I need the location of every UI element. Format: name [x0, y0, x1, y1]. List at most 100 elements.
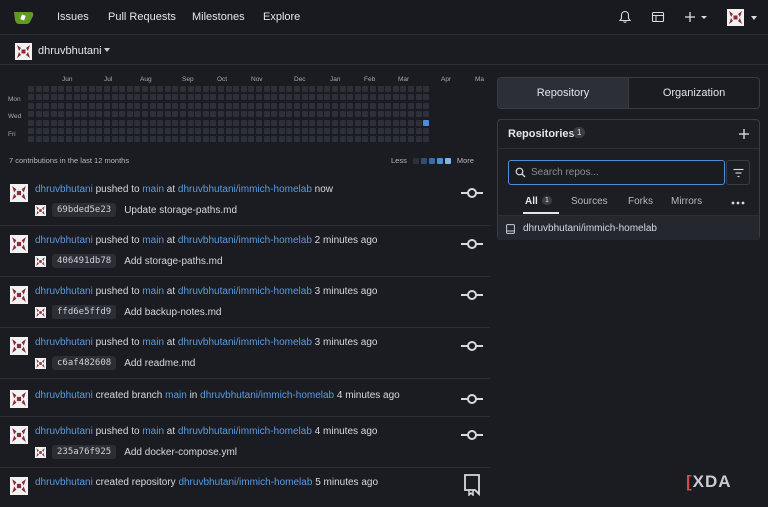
- commit-sha[interactable]: 69bded5e23: [52, 203, 117, 217]
- heatmap-legend: Less More: [391, 156, 474, 165]
- feed-time: 4 minutes ago: [336, 390, 400, 401]
- feed-action: pushed to: [95, 426, 140, 437]
- commit-sha[interactable]: 406491db78: [52, 254, 117, 268]
- feed-branch-link[interactable]: main: [142, 235, 164, 246]
- heatmap-cell: [400, 86, 407, 92]
- nav-explore[interactable]: Explore: [263, 11, 300, 23]
- heatmap-cell: [28, 102, 34, 109]
- nav-pull-requests[interactable]: Pull Requests: [108, 11, 176, 23]
- feed-repo-link[interactable]: dhruvbhutani/immich-homelab: [178, 235, 312, 246]
- commit-sha[interactable]: ffd6e5ffd9: [52, 305, 117, 319]
- heatmap-cell: [180, 86, 186, 92]
- heatmap-cell: [28, 86, 34, 92]
- subtab-all[interactable]: All: [525, 196, 538, 207]
- heatmap-cell: [408, 136, 414, 143]
- feed-action: pushed to: [95, 286, 140, 297]
- bell-icon[interactable]: [618, 10, 632, 24]
- nav-issues[interactable]: Issues: [57, 11, 89, 23]
- avatar[interactable]: [10, 184, 28, 202]
- heatmap-cell: [256, 136, 262, 143]
- commit-sha[interactable]: c6af482608: [52, 356, 117, 370]
- tab-repository[interactable]: Repository: [498, 78, 629, 108]
- feed-action: pushed to: [95, 184, 140, 195]
- nav-milestones[interactable]: Milestones: [192, 11, 245, 23]
- feed-repo-link[interactable]: dhruvbhutani/immich-homelab: [200, 390, 334, 401]
- caret-down-icon[interactable]: [104, 48, 110, 52]
- heatmap-cell: [309, 136, 316, 143]
- repo-search-input[interactable]: [531, 161, 721, 184]
- heatmap-cell: [370, 111, 376, 118]
- feed-user-link[interactable]: dhruvbhutani: [35, 390, 93, 401]
- heatmap-cell: [81, 102, 88, 109]
- avatar[interactable]: [10, 390, 28, 408]
- context-username[interactable]: dhruvbhutani: [38, 45, 102, 57]
- feed-user-link[interactable]: dhruvbhutani: [35, 235, 93, 246]
- user-avatar[interactable]: [727, 9, 744, 26]
- add-repo-icon[interactable]: [738, 128, 750, 140]
- subtab-forks[interactable]: Forks: [628, 196, 653, 207]
- heatmap-cell: [157, 119, 164, 126]
- feed-repo-link[interactable]: dhruvbhutani/immich-homelab: [178, 337, 312, 348]
- commit-row: 69bded5e23 Update storage-paths.md: [35, 203, 237, 217]
- heatmap-month: Apr: [441, 76, 452, 83]
- heatmap-cell: [354, 136, 361, 143]
- commit-sha[interactable]: 235a76f925: [52, 445, 117, 459]
- heatmap-cell: [187, 86, 194, 92]
- feed-user-link[interactable]: dhruvbhutani: [35, 286, 93, 297]
- feed-item: dhruvbhutani pushed to main at dhruvbhut…: [0, 226, 490, 277]
- feed-branch-link[interactable]: main: [142, 337, 164, 348]
- project-board-icon[interactable]: [651, 10, 665, 24]
- feed-branch-link[interactable]: main: [165, 390, 187, 401]
- feed-user-link[interactable]: dhruvbhutani: [35, 337, 93, 348]
- repo-list-item[interactable]: dhruvbhutani/immich-homelab: [498, 215, 759, 240]
- heatmap-cell: [408, 102, 414, 109]
- feed-repo-link[interactable]: dhruvbhutani/immich-homelab: [178, 426, 312, 437]
- feed-user-link[interactable]: dhruvbhutani: [35, 184, 93, 195]
- heatmap-cell: [347, 136, 354, 143]
- contribution-summary: 7 contributions in the last 12 months: [9, 156, 130, 165]
- heatmap-cell: [370, 94, 376, 101]
- chevron-down-icon[interactable]: [750, 15, 758, 21]
- feed-repo-link[interactable]: dhruvbhutani/immich-homelab: [178, 286, 312, 297]
- feed-branch-link[interactable]: main: [142, 426, 164, 437]
- avatar[interactable]: [10, 426, 28, 444]
- avatar[interactable]: [10, 235, 28, 253]
- avatar[interactable]: [10, 477, 28, 495]
- heatmap-cell: [43, 119, 50, 126]
- heatmap-cell: [294, 102, 300, 109]
- heatmap-day: Fri: [8, 131, 16, 138]
- feed-repo-link[interactable]: dhruvbhutani/immich-homelab: [178, 184, 312, 195]
- context-switcher[interactable]: dhruvbhutani: [0, 35, 768, 65]
- feed-user-link[interactable]: dhruvbhutani: [35, 426, 93, 437]
- heatmap-cell: [240, 128, 247, 134]
- avatar[interactable]: [10, 286, 28, 304]
- feed-user-link[interactable]: dhruvbhutani: [35, 477, 93, 488]
- heatmap-cell: [157, 94, 164, 101]
- mini-avatar: [35, 357, 46, 369]
- heatmap-cell: [332, 94, 338, 101]
- filter-button[interactable]: [726, 160, 750, 185]
- feed-item: dhruvbhutani created branch main in dhru…: [0, 379, 490, 417]
- gitea-logo[interactable]: [13, 9, 35, 25]
- feed-repo-link[interactable]: dhruvbhutani/immich-homelab: [178, 477, 312, 488]
- avatar[interactable]: [10, 337, 28, 355]
- heatmap-cell: [392, 119, 399, 126]
- repo-name[interactable]: dhruvbhutani/immich-homelab: [523, 223, 657, 234]
- heatmap-cell: [423, 94, 430, 101]
- heatmap-cell: [362, 119, 369, 126]
- search-icon: [515, 167, 526, 178]
- subtab-mirrors[interactable]: Mirrors: [671, 196, 702, 207]
- feed-time: 4 minutes ago: [314, 426, 378, 437]
- feed-branch-link[interactable]: main: [142, 184, 164, 195]
- heatmap-cell: [73, 94, 80, 101]
- more-options-icon[interactable]: [731, 201, 745, 205]
- tab-organization[interactable]: Organization: [629, 78, 759, 108]
- subtab-sources[interactable]: Sources: [571, 196, 608, 207]
- heatmap-cell: [210, 86, 217, 92]
- heatmap-cell: [385, 136, 392, 143]
- create-new-dropdown-icon[interactable]: [684, 10, 710, 24]
- heatmap-cell: [332, 119, 338, 126]
- repo-search-box[interactable]: [508, 160, 725, 185]
- legend-swatch: [412, 157, 419, 164]
- feed-branch-link[interactable]: main: [142, 286, 164, 297]
